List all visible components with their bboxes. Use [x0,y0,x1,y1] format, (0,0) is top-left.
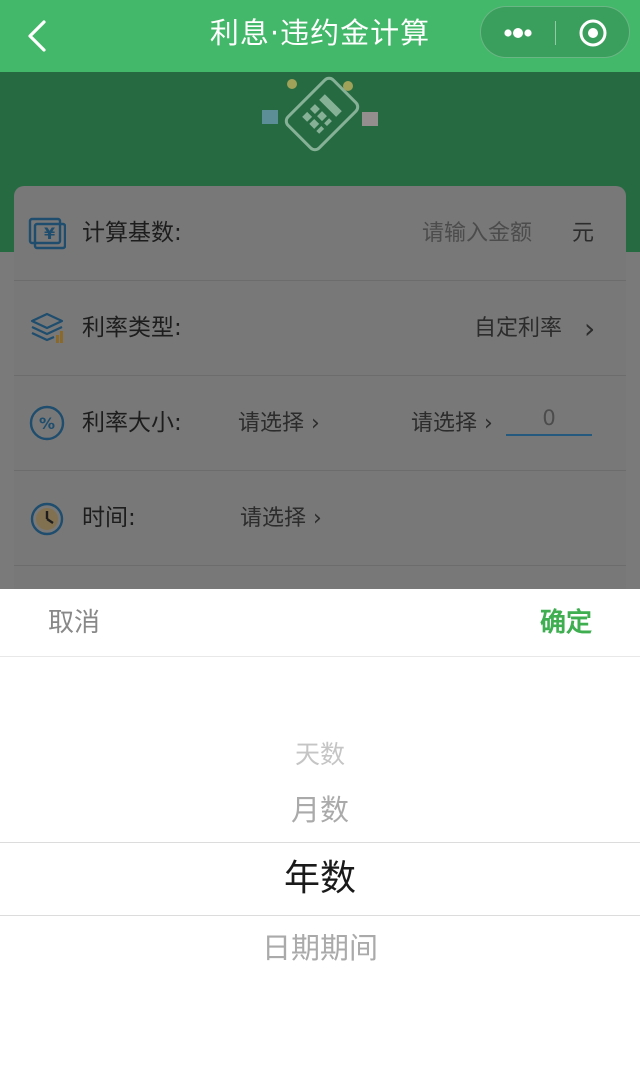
picker-option-months[interactable]: 月数 [0,788,640,832]
currency-unit: 元 [572,221,595,246]
layers-icon [30,312,64,343]
calculator-illustration-icon [262,76,378,152]
bottom-picker-sheet: 取消 确定 天数 月数 年数 日期期间 [0,589,640,1067]
more-dots-icon[interactable] [481,7,555,59]
confirm-button[interactable]: 确定 [540,589,592,657]
svg-text:%: % [39,414,55,433]
cancel-button[interactable]: 取消 [48,589,100,657]
picker-header: 取消 确定 [0,589,640,657]
form-row-rate-size: % 利率大小: 请选择 › 请选择 › 0 [14,376,626,471]
picker-option-years-selected[interactable]: 年数 [0,844,640,914]
percent-icon: % [29,405,65,441]
svg-text:¥: ¥ [44,224,55,243]
picker-selection-top-line [0,842,640,843]
target-circle-icon[interactable] [556,7,630,59]
amount-input[interactable]: 请输入金额 [422,186,532,281]
time-select[interactable]: 请选择 › [240,471,322,566]
nav-bar: 利息·违约金计算 [0,0,640,72]
form-row-rate-type[interactable]: 利率类型: 自定利率 › [14,281,626,376]
chevron-right-icon: › [584,312,596,345]
mini-program-capsule [480,6,630,58]
clock-icon [30,502,64,536]
rate-type-label: 利率类型: [82,315,182,341]
rate-value-input[interactable]: 0 [506,400,592,436]
rate-select-2[interactable]: 请选择 › [411,376,493,471]
calculator-form-card: ¥ 计算基数: 请输入金额 元 利率类型: 自定利率 › % 利率大小: 请选择… [14,186,626,606]
rate-select-1[interactable]: 请选择 › [238,376,320,471]
rate-type-value: 自定利率 [474,316,563,341]
yen-card-icon: ¥ [28,217,66,250]
form-row-time: 时间: 请选择 › [14,471,626,566]
form-row-base-amount: ¥ 计算基数: 请输入金额 元 [14,186,626,281]
time-label: 时间: [82,505,136,531]
base-amount-label: 计算基数: [82,220,182,246]
picker-selection-bottom-line [0,915,640,916]
picker-option-days[interactable]: 天数 [0,735,640,775]
picker-option-date-range[interactable]: 日期期间 [0,926,640,970]
rate-size-label: 利率大小: [82,410,182,436]
